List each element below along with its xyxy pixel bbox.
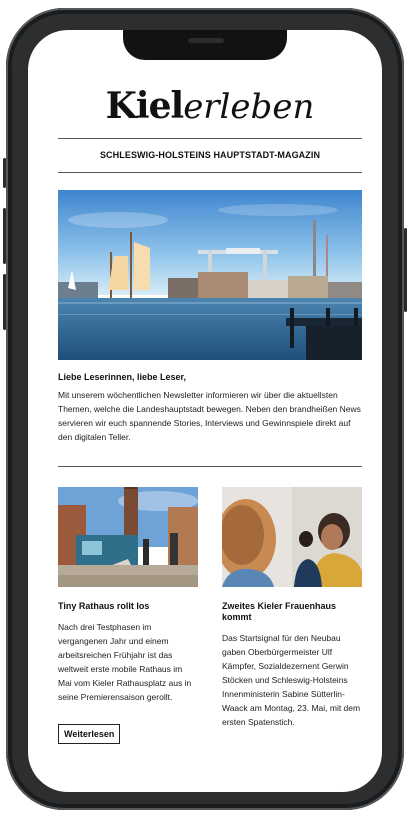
article-image[interactable]	[58, 487, 198, 587]
read-more-button[interactable]: Weiterlesen	[58, 724, 121, 744]
harbor-image	[58, 190, 362, 360]
tagline: SCHLESWIG-HOLSTEINS HAUPTSTADT-MAGAZIN	[99, 150, 321, 160]
divider	[58, 466, 362, 467]
article-title[interactable]: Zweites Kieler Frauenhaus kommt	[222, 601, 362, 623]
article-grid: Tiny Rathaus rollt los Nach drei Testpha…	[58, 487, 362, 744]
notch	[123, 30, 287, 60]
logo[interactable]: Kielerleben	[58, 74, 362, 138]
volume-up-button	[3, 208, 6, 264]
article-text: Das Startsignal für den Neubau gaben Obe…	[222, 633, 361, 727]
mute-switch	[3, 158, 6, 188]
logo-part1: Kiel	[105, 85, 185, 127]
frauenhaus-photo	[222, 487, 362, 587]
phone-frame: Kielerleben SCHLESWIG-HOLSTEINS HAUPTSTA…	[3, 8, 407, 810]
speaker	[188, 38, 224, 43]
article-title[interactable]: Tiny Rathaus rollt los	[58, 601, 198, 612]
article-text: Nach drei Testphasen im vergangenen Jahr…	[58, 622, 192, 702]
volume-down-button	[3, 274, 6, 330]
intro-title: Liebe Leserinnen, liebe Leser,	[58, 372, 187, 382]
phone-screen: Kielerleben SCHLESWIG-HOLSTEINS HAUPTSTA…	[28, 30, 382, 792]
power-button	[404, 228, 407, 312]
logo-part2: erleben	[183, 87, 315, 127]
newsletter: Kielerleben SCHLESWIG-HOLSTEINS HAUPTSTA…	[58, 74, 362, 744]
article-card: Tiny Rathaus rollt los Nach drei Testpha…	[58, 487, 198, 744]
hero-image[interactable]	[58, 190, 362, 360]
rathaus-photo	[58, 487, 198, 587]
article-card: Zweites Kieler Frauenhaus kommt Das Star…	[222, 487, 362, 744]
intro-text: Mit unserem wöchentlichen Newsletter inf…	[58, 390, 361, 442]
divider	[58, 172, 362, 173]
article-image[interactable]	[222, 487, 362, 587]
